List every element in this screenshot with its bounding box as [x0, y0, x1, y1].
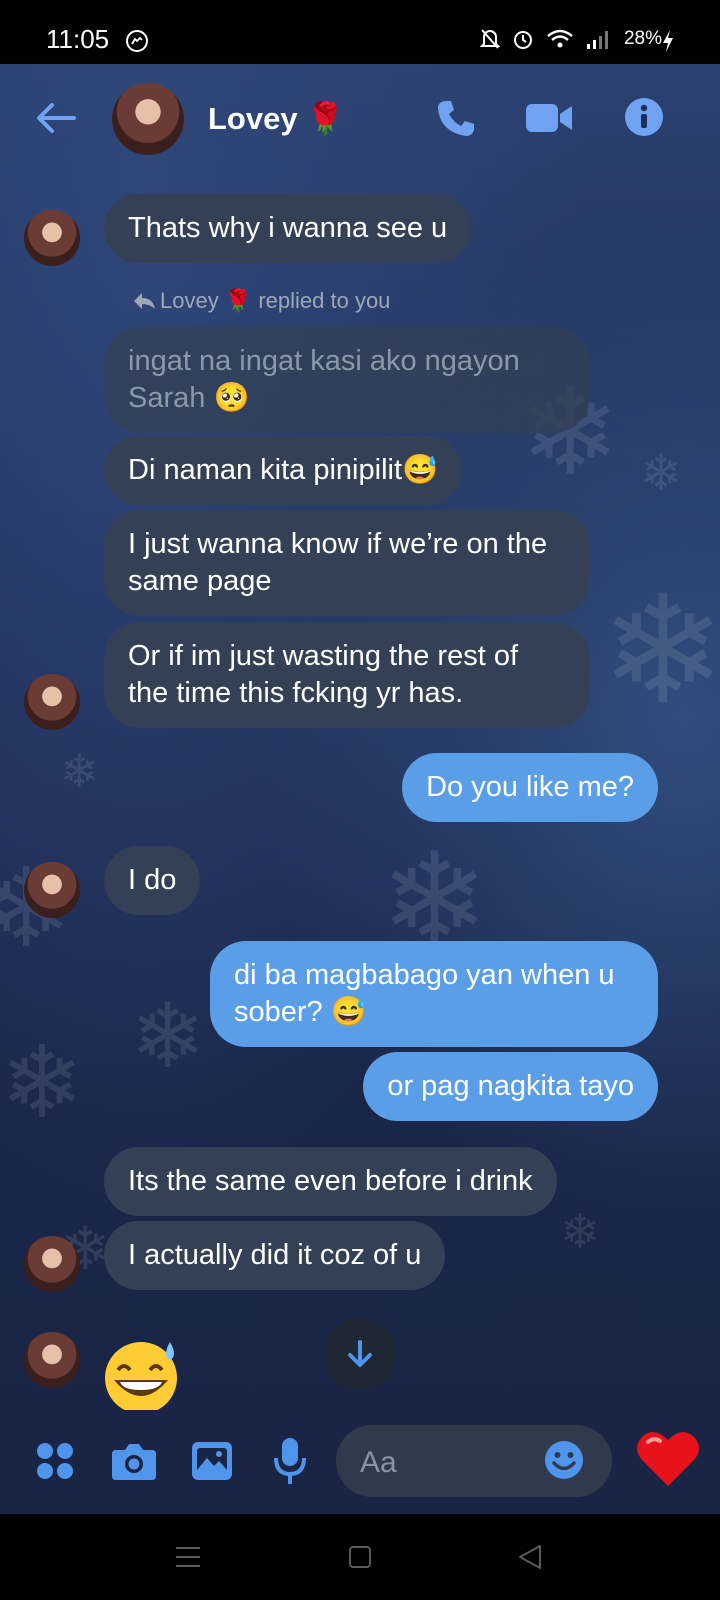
message-bubble[interactable]: Its the same even before i drink — [104, 1147, 557, 1216]
reply-note-text: Lovey 🌹 replied to you — [160, 288, 391, 313]
avatar[interactable] — [24, 674, 80, 730]
arrow-down-icon — [348, 1340, 372, 1367]
snowflake-decoration: ❄ — [130, 984, 206, 1089]
scroll-to-bottom-button[interactable] — [324, 1318, 396, 1390]
snowflake-decoration: ❄ — [640, 444, 682, 502]
video-camera-icon[interactable] — [526, 102, 574, 134]
microphone-icon[interactable] — [274, 1438, 306, 1484]
system-navigation-bar — [0, 1514, 720, 1600]
rose-emoji: 🌹 — [306, 101, 345, 136]
home-nav-icon[interactable] — [348, 1545, 372, 1569]
message-bubble-sent[interactable]: di ba magbabago yan when u sober? 😅 — [210, 941, 658, 1047]
charging-icon — [663, 30, 673, 52]
mute-bell-icon — [479, 29, 500, 49]
message-bubble-sent[interactable]: or pag nagkita tayo — [363, 1052, 658, 1121]
back-nav-icon[interactable] — [518, 1544, 542, 1570]
message-bubble[interactable]: Di naman kita pinipilit😅 — [104, 436, 463, 505]
info-icon[interactable] — [624, 97, 664, 137]
wifi-icon — [547, 29, 573, 48]
contact-name-text: Lovey — [208, 101, 298, 136]
avatar[interactable] — [24, 862, 80, 918]
chat-header — [0, 64, 720, 176]
message-bubble-sent[interactable]: Do you like me? — [402, 753, 658, 822]
messenger-notification-icon — [126, 30, 148, 52]
grinning-sweat-emoji[interactable] — [104, 1340, 182, 1410]
message-bubble[interactable]: I just wanna know if we’re on the same p… — [104, 510, 590, 616]
contact-avatar[interactable] — [112, 83, 184, 155]
message-bubble[interactable]: I do — [104, 846, 201, 915]
phone-icon[interactable] — [436, 98, 476, 138]
snowflake-decoration: ❄ — [560, 1204, 601, 1260]
snowflake-decoration: ❄ — [600, 564, 720, 738]
apps-grid-icon[interactable] — [36, 1442, 74, 1480]
reply-indicator: Lovey 🌹 replied to you — [132, 288, 390, 314]
menu-nav-icon[interactable] — [175, 1546, 201, 1568]
signal-icon — [586, 31, 608, 49]
camera-icon[interactable] — [112, 1442, 156, 1480]
avatar[interactable] — [24, 1332, 80, 1388]
message-bubble[interactable]: Or if im just wasting the rest of the ti… — [104, 622, 590, 728]
avatar[interactable] — [24, 1236, 80, 1292]
status-bar: 11:05 28% — [0, 0, 720, 64]
contact-name[interactable]: Lovey 🌹 — [208, 100, 345, 137]
heart-icon[interactable] — [636, 1428, 700, 1488]
reply-arrow-icon — [134, 293, 155, 309]
arrow-left-icon[interactable] — [36, 102, 76, 134]
avatar[interactable] — [24, 210, 80, 266]
message-bubble[interactable]: I actually did it coz of u — [104, 1221, 446, 1290]
smiley-icon[interactable] — [544, 1440, 584, 1480]
alarm-icon — [513, 31, 532, 49]
snowflake-decoration: ❄ — [60, 744, 99, 798]
status-time: 11:05 — [46, 24, 110, 54]
message-bubble[interactable]: Thats why i wanna see u — [104, 194, 472, 263]
image-icon[interactable] — [192, 1442, 232, 1480]
snowflake-decoration: ❄ — [0, 1024, 84, 1141]
quoted-message[interactable]: ingat na ingat kasi ako ngayon Sarah 🥺 — [104, 327, 590, 433]
battery-percent: 28% — [623, 28, 662, 49]
status-icons: 28% — [479, 28, 662, 50]
message-input-placeholder: Aa — [360, 1446, 397, 1479]
